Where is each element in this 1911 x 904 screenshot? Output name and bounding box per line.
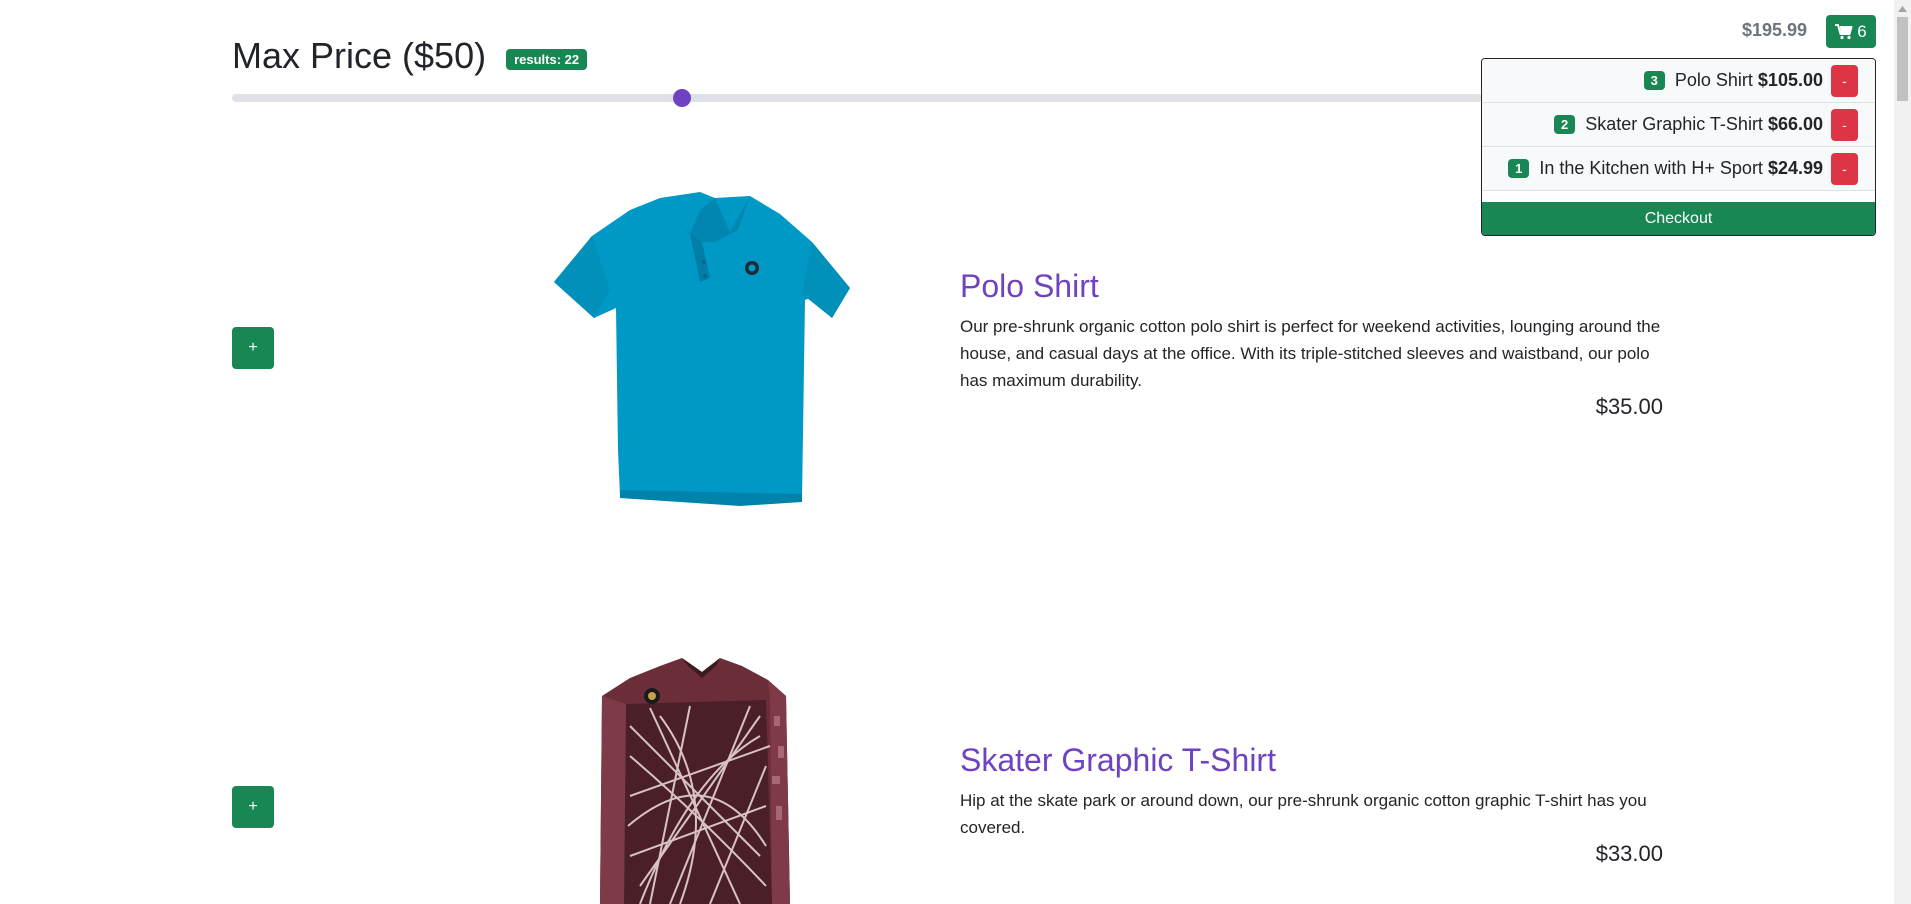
skater-shirt-image (600, 658, 790, 904)
scrollbar[interactable] (1894, 0, 1911, 904)
shopping-cart-icon (1835, 23, 1853, 39)
product-name[interactable]: Polo Shirt (960, 266, 1099, 306)
scrollbar-thumb[interactable] (1897, 17, 1908, 101)
cart-item: 3 Polo Shirt $105.00 - (1482, 59, 1875, 103)
product-price: $33.00 (1595, 841, 1663, 866)
cart-item-name: Skater Graphic T-Shirt (1585, 114, 1763, 134)
cart-total: $195.99 (1742, 20, 1808, 40)
add-to-cart-button[interactable]: + (232, 786, 274, 828)
page: Max Price ($50) results: 22 $195.99 6 3 … (0, 0, 1911, 904)
product-description: Our pre-shrunk organic cotton polo shirt… (960, 317, 1661, 390)
price-slider[interactable] (232, 89, 1482, 107)
cart-item-price: $66.00 (1767, 114, 1823, 134)
remove-item-button[interactable]: - (1831, 108, 1858, 141)
filter-header: Max Price ($50) results: 22 (232, 34, 588, 78)
remove-item-button[interactable]: - (1831, 152, 1858, 185)
cart-button[interactable]: 6 (1826, 15, 1876, 48)
add-to-cart-button[interactable]: + (232, 327, 274, 369)
product-price: $35.00 (1595, 394, 1663, 419)
results-badge: results: 22 (506, 48, 588, 70)
cart-item-price: $105.00 (1757, 70, 1823, 90)
cart-item-qty: 3 (1643, 71, 1665, 90)
cart-item: 2 Skater Graphic T-Shirt $66.00 - (1482, 103, 1875, 147)
cart-item: 1 In the Kitchen with H+ Sport $24.99 - (1482, 147, 1875, 191)
cart-item-name: In the Kitchen with H+ Sport (1539, 158, 1763, 178)
cart-dropdown: 3 Polo Shirt $105.00 - 2 Skater Graphic … (1481, 58, 1876, 236)
cart-item-name: Polo Shirt (1674, 70, 1753, 90)
product-name[interactable]: Skater Graphic T-Shirt (960, 740, 1276, 780)
checkout-button[interactable]: Checkout (1482, 202, 1875, 235)
arrow-up-icon[interactable] (1894, 0, 1911, 17)
page-title: Max Price ($50) (232, 35, 487, 76)
polo-shirt-image (554, 192, 850, 506)
product-description: Hip at the skate park or around down, ou… (960, 791, 1647, 837)
cart-item-price: $24.99 (1767, 158, 1823, 178)
cart-count: 6 (1857, 21, 1867, 41)
cart-item-qty: 1 (1508, 159, 1530, 178)
cart-item-qty: 2 (1553, 115, 1576, 134)
remove-item-button[interactable]: - (1831, 64, 1858, 97)
price-slider-thumb[interactable] (673, 89, 691, 107)
